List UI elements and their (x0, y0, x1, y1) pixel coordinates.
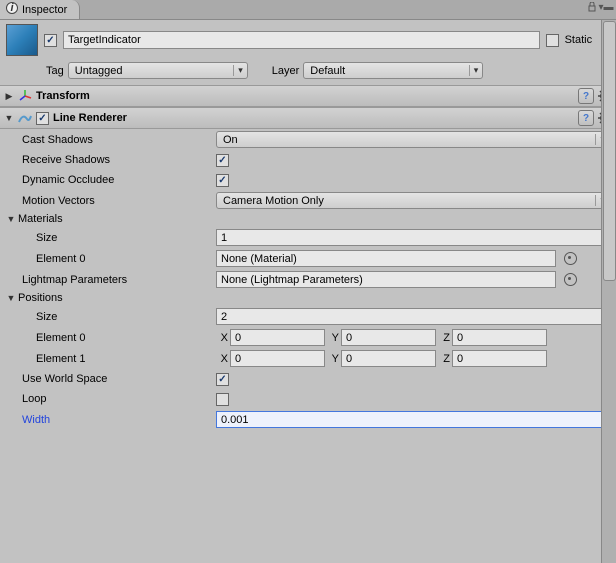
loop-row: Loop (0, 389, 616, 409)
cast-shadows-dropdown[interactable]: On (216, 131, 610, 148)
cast-shadows-label: Cast Shadows (22, 134, 212, 146)
lightmap-params-row: Lightmap Parameters None (Lightmap Param… (0, 269, 616, 290)
materials-element-0-label: Element 0 (36, 253, 212, 265)
info-icon: i (6, 2, 18, 17)
positions-element-0-row: Element 0 X Y Z (0, 327, 616, 348)
x-label: X (216, 353, 228, 365)
materials-label: Materials (18, 213, 63, 225)
positions-label: Positions (18, 292, 63, 304)
transform-title: Transform (36, 90, 574, 102)
positions-foldout[interactable]: ▼ (6, 293, 16, 303)
positions-element-1-y-input[interactable] (341, 350, 436, 367)
gameobject-active-checkbox[interactable] (44, 34, 57, 47)
positions-element-0-y-input[interactable] (341, 329, 436, 346)
width-input[interactable] (216, 411, 610, 428)
dynamic-occludee-row: Dynamic Occludee (0, 170, 616, 190)
positions-element-1-row: Element 1 X Y Z (0, 348, 616, 369)
transform-icon (18, 89, 32, 103)
positions-element-1-label: Element 1 (36, 353, 212, 365)
materials-element-0-picker[interactable] (564, 252, 577, 265)
positions-size-input[interactable] (216, 308, 610, 325)
positions-element-1-x-input[interactable] (230, 350, 325, 367)
gameobject-name-input[interactable] (63, 31, 540, 49)
motion-vectors-row: Motion Vectors Camera Motion Only (0, 190, 616, 211)
materials-group-header[interactable]: ▼ Materials (0, 211, 616, 227)
loop-label: Loop (22, 393, 212, 405)
width-label: Width (22, 414, 212, 426)
positions-element-0-z-input[interactable] (452, 329, 547, 346)
layer-dropdown[interactable]: Default (303, 62, 483, 79)
scrollbar-thumb[interactable] (603, 21, 616, 281)
dynamic-occludee-checkbox[interactable] (216, 174, 229, 187)
receive-shadows-checkbox[interactable] (216, 154, 229, 167)
tag-dropdown[interactable]: Untagged (68, 62, 248, 79)
window-menu-icon[interactable]: ▾▬ (601, 2, 611, 12)
line-renderer-header[interactable]: ▼ Line Renderer ? (0, 107, 616, 129)
tab-bar: i Inspector ▾▬ (0, 0, 616, 20)
materials-foldout[interactable]: ▼ (6, 214, 16, 224)
y-label: Y (327, 353, 339, 365)
transform-header[interactable]: ▶ Transform ? (0, 85, 616, 107)
materials-element-0-field[interactable]: None (Material) (216, 250, 556, 267)
z-label: Z (438, 332, 450, 344)
line-renderer-foldout[interactable]: ▼ (4, 113, 14, 123)
z-label: Z (438, 353, 450, 365)
positions-element-1-z-input[interactable] (452, 350, 547, 367)
lightmap-params-label: Lightmap Parameters (22, 274, 212, 286)
static-label: Static (565, 34, 593, 46)
transform-help-icon[interactable]: ? (578, 88, 594, 104)
materials-size-label: Size (36, 232, 212, 244)
inspector-tab[interactable]: i Inspector (0, 0, 80, 19)
layer-label: Layer (272, 65, 300, 77)
materials-size-input[interactable] (216, 229, 610, 246)
transform-foldout[interactable]: ▶ (4, 91, 14, 102)
receive-shadows-row: Receive Shadows (0, 150, 616, 170)
line-renderer-help-icon[interactable]: ? (578, 110, 594, 126)
gameobject-icon[interactable] (6, 24, 38, 56)
motion-vectors-label: Motion Vectors (22, 195, 212, 207)
line-renderer-enabled-checkbox[interactable] (36, 112, 49, 125)
loop-checkbox[interactable] (216, 393, 229, 406)
materials-element-0-row: Element 0 None (Material) (0, 248, 616, 269)
tag-label: Tag (46, 65, 64, 77)
dynamic-occludee-label: Dynamic Occludee (22, 174, 212, 186)
tab-title: Inspector (22, 4, 67, 16)
lock-icon[interactable] (587, 2, 597, 12)
positions-size-label: Size (36, 311, 212, 323)
x-label: X (216, 332, 228, 344)
tag-layer-row: Tag Untagged Layer Default (0, 60, 616, 85)
gameobject-header: Static ▼ (0, 20, 616, 60)
line-renderer-icon (18, 111, 32, 125)
receive-shadows-label: Receive Shadows (22, 154, 212, 166)
motion-vectors-dropdown[interactable]: Camera Motion Only (216, 192, 610, 209)
width-row: Width (0, 409, 616, 430)
lightmap-params-field[interactable]: None (Lightmap Parameters) (216, 271, 556, 288)
positions-element-0-label: Element 0 (36, 332, 212, 344)
line-renderer-title: Line Renderer (53, 112, 574, 124)
use-world-space-label: Use World Space (22, 373, 212, 385)
positions-element-0-x-input[interactable] (230, 329, 325, 346)
static-checkbox[interactable] (546, 34, 559, 47)
materials-size-row: Size (0, 227, 616, 248)
lightmap-params-picker[interactable] (564, 273, 577, 286)
positions-group-header[interactable]: ▼ Positions (0, 290, 616, 306)
cast-shadows-row: Cast Shadows On (0, 129, 616, 150)
use-world-space-checkbox[interactable] (216, 373, 229, 386)
use-world-space-row: Use World Space (0, 369, 616, 389)
positions-size-row: Size (0, 306, 616, 327)
y-label: Y (327, 332, 339, 344)
vertical-scrollbar[interactable] (601, 20, 616, 563)
